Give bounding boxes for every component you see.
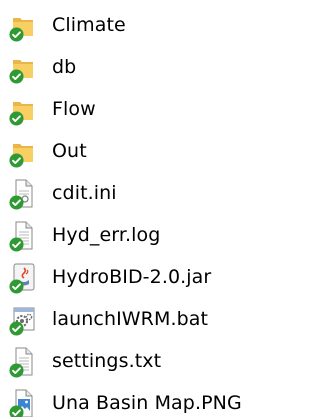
file-name: cdit.ini: [52, 182, 117, 204]
text-file-icon: [8, 344, 38, 378]
file-row-hyd-err-log[interactable]: Hyd_err.log: [0, 216, 265, 254]
file-row-settings-txt[interactable]: settings.txt: [0, 342, 265, 380]
file-name: Climate: [52, 14, 126, 36]
file-name: settings.txt: [52, 350, 162, 372]
text-file-icon: [8, 218, 38, 252]
file-row-db[interactable]: db: [0, 48, 265, 86]
folder-icon: [8, 92, 38, 126]
sync-status-icon: [9, 111, 24, 126]
folder-icon: [8, 8, 38, 42]
file-name: Una Basin Map.PNG: [52, 392, 242, 414]
sync-status-icon: [9, 405, 24, 417]
file-row-flow[interactable]: Flow: [0, 90, 265, 128]
sync-status-icon: [9, 153, 24, 168]
file-name: HydroBID-2.0.jar: [52, 266, 212, 288]
file-row-cdit-ini[interactable]: cdit.ini: [0, 174, 265, 212]
sync-status-icon: [9, 69, 24, 84]
file-name: db: [52, 56, 77, 78]
sync-status-icon: [9, 27, 24, 42]
sync-status-icon: [9, 279, 24, 294]
file-list: Climate db Flow Out cdit.ini Hyd_err.log…: [0, 0, 265, 417]
folder-icon: [8, 50, 38, 84]
file-row-launchiwrm-bat[interactable]: launchIWRM.bat: [0, 300, 265, 338]
sync-status-icon: [9, 195, 24, 210]
file-row-climate[interactable]: Climate: [0, 6, 265, 44]
file-name: launchIWRM.bat: [52, 308, 209, 330]
file-name: Flow: [52, 98, 96, 120]
file-name: Out: [52, 140, 87, 162]
sync-status-icon: [9, 237, 24, 252]
sync-status-icon: [9, 321, 24, 336]
config-file-icon: [8, 176, 38, 210]
image-file-icon: [8, 386, 38, 417]
file-row-una-basin-map-png[interactable]: Una Basin Map.PNG: [0, 384, 265, 417]
file-row-out[interactable]: Out: [0, 132, 265, 170]
sync-status-icon: [9, 363, 24, 378]
java-file-icon: [8, 260, 38, 294]
folder-icon: [8, 134, 38, 168]
file-row-hydrobid-jar[interactable]: HydroBID-2.0.jar: [0, 258, 265, 296]
file-name: Hyd_err.log: [52, 224, 161, 246]
batch-file-icon: [8, 302, 38, 336]
